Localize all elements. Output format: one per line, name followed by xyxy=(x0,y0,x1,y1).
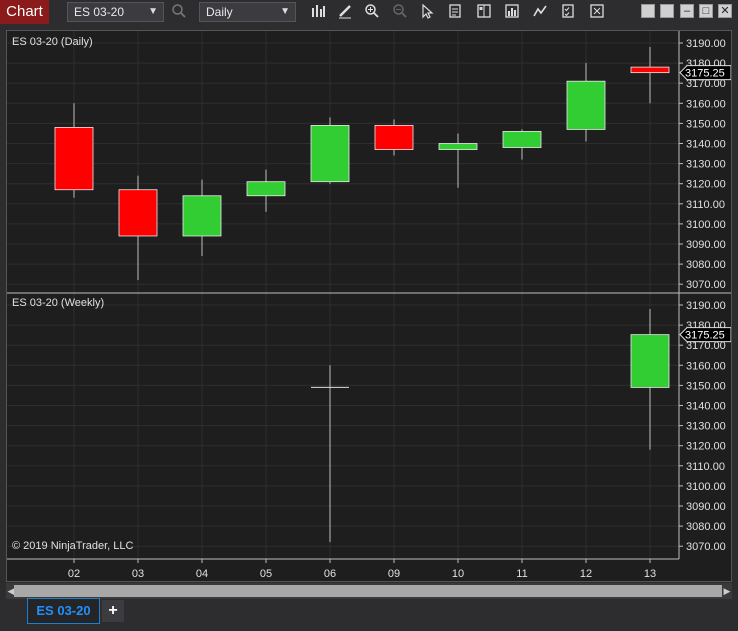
bar-type-icon[interactable] xyxy=(309,3,327,21)
candle-body xyxy=(630,66,670,74)
price-tick-label: 3100.00 xyxy=(686,219,726,231)
instrument-selector-value: ES 03-20 xyxy=(74,5,125,19)
time-tick-label: 10 xyxy=(452,568,464,580)
interval-selector[interactable]: Daily ▼ xyxy=(199,2,296,22)
price-tick-label: 3120.00 xyxy=(686,179,726,191)
time-tick-label: 05 xyxy=(260,568,272,580)
price-tick-label: 3070.00 xyxy=(686,279,726,291)
properties-icon[interactable] xyxy=(559,3,577,21)
weekly-panel-label: ES 03-20 (Weekly) xyxy=(12,297,104,309)
candle[interactable] xyxy=(374,119,414,156)
time-tick-label: 12 xyxy=(580,568,592,580)
time-tick-label: 02 xyxy=(68,568,80,580)
minimize-window-button[interactable]: – xyxy=(680,4,694,18)
price-tick-label: 3110.00 xyxy=(686,461,725,473)
chart-trader-icon[interactable] xyxy=(475,3,493,21)
candle-body xyxy=(566,80,606,130)
pointer-icon[interactable] xyxy=(418,3,436,21)
weekly-last-price-marker: 3175.25 xyxy=(679,327,732,343)
chart-window-title[interactable]: Chart xyxy=(0,0,49,24)
price-tick-label: 3120.00 xyxy=(686,441,726,453)
candle[interactable] xyxy=(310,117,350,184)
strategies-icon[interactable] xyxy=(503,3,521,21)
price-tick-label: 3160.00 xyxy=(686,360,726,372)
price-tick-label: 3090.00 xyxy=(686,501,726,513)
close-icon[interactable]: ✕ xyxy=(718,4,732,18)
candles xyxy=(54,47,670,543)
candle-body xyxy=(502,131,542,148)
candle[interactable] xyxy=(566,63,606,142)
draw-pencil-icon[interactable] xyxy=(336,3,354,21)
scrollbar-thumb[interactable] xyxy=(14,585,722,597)
time-tick-label: 11 xyxy=(516,568,527,580)
price-tick-label: 3160.00 xyxy=(686,98,726,110)
chart-panels[interactable]: 3190.00 3180.00 3170.00 3160.00 3150.00 3140.… xyxy=(6,30,732,582)
scroll-right-icon[interactable]: ▶ xyxy=(722,583,732,599)
candle[interactable] xyxy=(182,179,222,257)
price-tick-label: 3190.00 xyxy=(686,38,726,50)
price-tick-label: 3150.00 xyxy=(686,380,726,392)
price-tick-label: 3150.00 xyxy=(686,118,726,130)
share-icon[interactable] xyxy=(588,3,606,21)
chevron-down-icon: ▼ xyxy=(280,6,290,17)
instrument-selector[interactable]: ES 03-20 ▼ xyxy=(67,2,164,22)
price-tick-label: 3100.00 xyxy=(686,481,726,493)
interval-selector-value: Daily xyxy=(206,5,233,19)
price-tick-label: 3140.00 xyxy=(686,139,726,151)
time-axis: 02 03 04 05 06 09 10 11 12 13 xyxy=(68,559,656,580)
weekly-last-price: 3175.25 xyxy=(685,330,725,342)
candle-body xyxy=(438,143,478,150)
candle[interactable] xyxy=(502,129,542,160)
price-tick-label: 3130.00 xyxy=(686,421,726,433)
candle-body xyxy=(54,127,94,191)
daily-last-price: 3175.25 xyxy=(685,68,725,80)
copyright-text: © 2019 NinjaTrader, LLC xyxy=(12,540,133,552)
candle-body xyxy=(118,189,158,237)
time-tick-label: 09 xyxy=(388,568,400,580)
maximize-icon[interactable]: □ xyxy=(699,4,713,18)
price-axes: 3190.003180.003170.003160.003150.003140.… xyxy=(679,38,726,553)
candle[interactable] xyxy=(630,309,670,450)
tab-es-03-20[interactable]: ES 03-20 xyxy=(27,598,100,624)
daily-last-price-marker: 3175.25 xyxy=(679,65,732,81)
candle-body xyxy=(630,334,670,388)
price-tick-label: 3090.00 xyxy=(686,239,726,251)
time-tick-label: 03 xyxy=(132,568,144,580)
price-tick-label: 3070.00 xyxy=(686,541,726,553)
candle[interactable] xyxy=(246,169,286,212)
candle-body xyxy=(182,195,222,237)
time-tick-label: 13 xyxy=(644,568,656,580)
price-tick-label: 3080.00 xyxy=(686,521,726,533)
time-tick-label: 06 xyxy=(324,568,336,580)
search-icon[interactable] xyxy=(170,3,188,21)
candle[interactable] xyxy=(54,103,94,198)
price-tick-label: 3130.00 xyxy=(686,159,726,171)
candle[interactable] xyxy=(630,47,670,104)
candle[interactable] xyxy=(438,133,478,188)
price-tick-label: 3140.00 xyxy=(686,401,726,413)
time-tick-label: 04 xyxy=(196,568,208,580)
data-box-icon[interactable] xyxy=(446,3,464,21)
candle-body xyxy=(374,125,414,150)
minimize-icon[interactable] xyxy=(660,4,674,18)
price-tick-label: 3080.00 xyxy=(686,259,726,271)
chevron-down-icon: ▼ xyxy=(148,6,158,17)
zoom-out-icon[interactable] xyxy=(391,3,409,21)
add-tab-button[interactable]: + xyxy=(102,600,124,622)
daily-panel-label: ES 03-20 (Daily) xyxy=(12,36,93,48)
price-tick-label: 3110.00 xyxy=(686,199,725,211)
candle-body xyxy=(246,181,286,197)
restore-icon[interactable] xyxy=(641,4,655,18)
chart-canvas[interactable]: 3190.003180.003170.003160.003150.003140.… xyxy=(7,31,732,581)
indicators-icon[interactable] xyxy=(531,3,549,21)
candle-body xyxy=(310,125,350,183)
chart-toolbar: Chart ES 03-20 ▼ Daily ▼ – □ ✕ xyxy=(0,0,738,24)
zoom-in-icon[interactable] xyxy=(363,3,381,21)
price-tick-label: 3190.00 xyxy=(686,300,726,312)
candle[interactable] xyxy=(311,365,349,543)
